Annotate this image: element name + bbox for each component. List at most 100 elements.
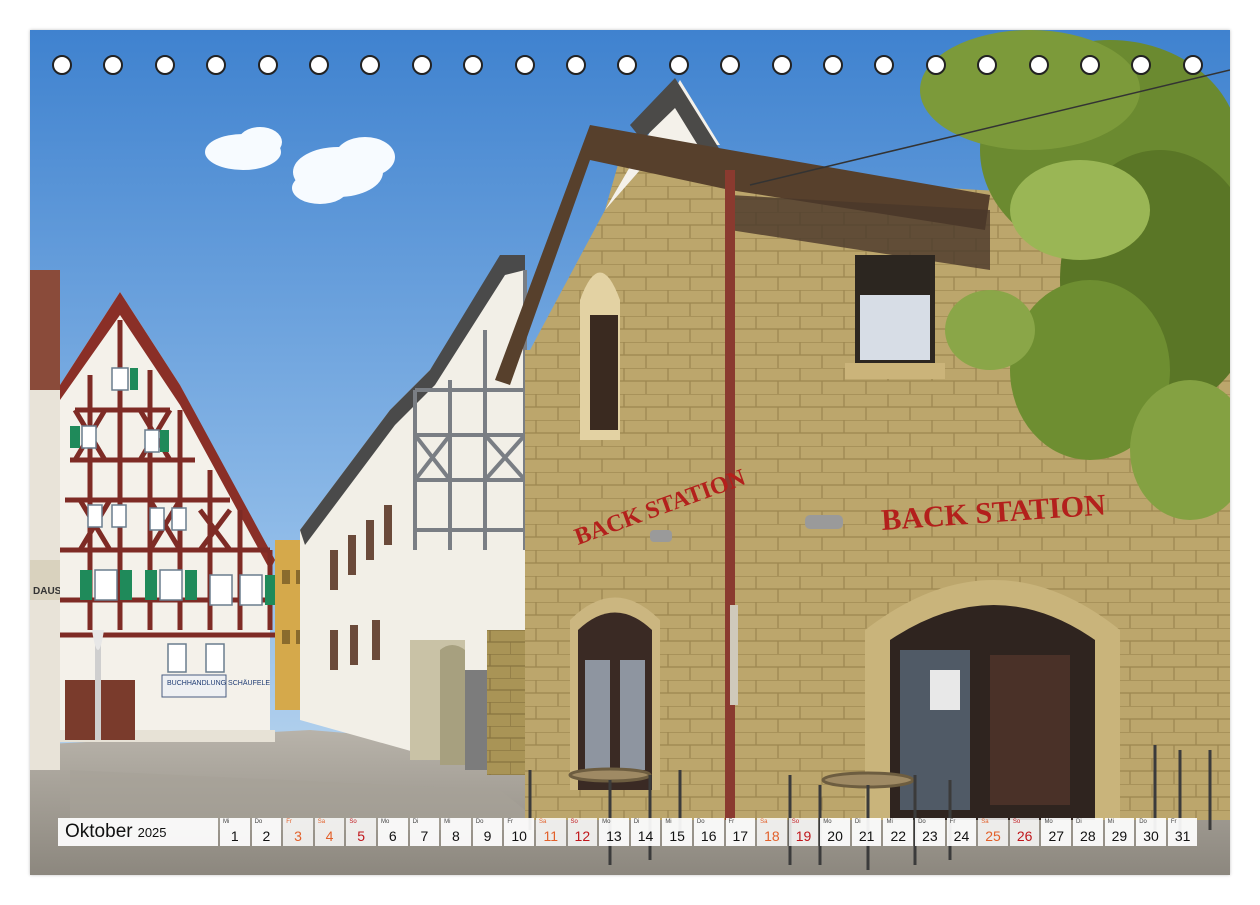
day-number: 10 <box>511 828 527 844</box>
day-cell: Mo 6 <box>377 818 408 846</box>
binding-hole <box>617 55 638 75</box>
day-cell: Do 30 <box>1136 818 1166 846</box>
binding-hole <box>1182 55 1203 75</box>
binding-hole <box>1131 55 1152 75</box>
day-number: 22 <box>890 828 907 844</box>
day-number: 26 <box>1016 828 1033 844</box>
weekday-label: Mo <box>602 819 611 825</box>
day-cell: Di 14 <box>630 818 661 846</box>
weekday-label: Fr <box>1170 819 1177 825</box>
weekday-label: Fr <box>949 819 956 825</box>
day-number: 19 <box>795 828 812 844</box>
day-number: 1 <box>230 828 239 844</box>
binding-hole <box>771 55 792 75</box>
day-number: 14 <box>637 828 654 844</box>
day-cell: Di 28 <box>1073 818 1103 846</box>
binding-hole <box>206 55 227 75</box>
weekday-label: Sa <box>981 819 989 825</box>
day-cell: Mo 27 <box>1041 818 1072 846</box>
binding-hole <box>977 55 998 75</box>
day-cell: Fr 31 <box>1167 818 1198 846</box>
day-number: 20 <box>827 828 843 844</box>
day-number: 15 <box>669 828 685 844</box>
weekday-label: Fr <box>286 819 292 825</box>
binding-hole <box>103 55 124 75</box>
weekday-label: Di <box>854 819 861 825</box>
binding-hole <box>566 55 586 75</box>
weekday-label: Sa <box>760 819 768 825</box>
day-cell: Mi 8 <box>441 818 471 846</box>
binding-hole <box>823 55 843 75</box>
day-cell: Fr 17 <box>725 818 756 846</box>
day-number: 2 <box>262 828 271 844</box>
weekday-label: Di <box>412 819 419 825</box>
weekday-label: Fr <box>728 819 735 825</box>
weekday-label: Sa <box>317 819 326 825</box>
calendar-photo: DAUSCH BUCHHANDLUNG SCHÄUFELE BACK STATI… <box>30 30 1230 875</box>
day-strip: Mi 1 Do 2 Fr 3 Sa 4 So 5 Mo 6 Di 7 Mi 8 Do 9 Fr 10 Sa 11 So 12 M… <box>220 818 1199 846</box>
day-number: 24 <box>953 828 970 844</box>
calendar-page: DAUSCH BUCHHANDLUNG SCHÄUFELE BACK STATI… <box>30 30 1230 875</box>
month-label: Oktober 2025 <box>58 818 218 846</box>
day-number: 17 <box>732 828 749 844</box>
day-number: 6 <box>388 828 397 844</box>
weekday-label: Mi <box>223 819 230 825</box>
weekday-label: Sa <box>538 819 547 825</box>
day-number: 3 <box>294 828 302 844</box>
day-cell: Do 16 <box>693 818 724 846</box>
month-bar: Oktober 2025 Mi 1 Do 2 Fr 3 Sa 4 So 5 Mo 6 Di 7 Mi 8 Do 9… <box>58 818 1199 846</box>
day-number: 27 <box>1048 828 1065 844</box>
binding-hole <box>257 55 278 75</box>
binding-hole <box>1080 55 1100 75</box>
weekday-label: So <box>1012 819 1021 825</box>
binding-hole <box>874 55 895 75</box>
day-cell: Mo 13 <box>599 818 629 846</box>
binding-hole <box>52 55 72 75</box>
day-cell: Mi 1 <box>220 818 250 846</box>
day-cell: Mi 15 <box>662 818 692 846</box>
binding-hole <box>360 55 381 75</box>
day-cell: So 26 <box>1009 818 1040 846</box>
day-number: 8 <box>452 828 460 844</box>
weekday-label: Mi <box>886 819 893 825</box>
day-number: 11 <box>543 828 558 844</box>
year-label: 2025 <box>137 825 167 840</box>
day-cell: Fr 24 <box>946 818 977 846</box>
weekday-label: Mi <box>1107 819 1114 825</box>
day-cell: Do 9 <box>472 818 503 846</box>
weekday-label: Do <box>475 819 484 825</box>
day-cell: Sa 4 <box>314 818 345 846</box>
weekday-label: Mi <box>444 819 451 825</box>
day-cell: Mi 22 <box>883 818 914 846</box>
day-cell: Fr 10 <box>504 818 534 846</box>
day-number: 9 <box>483 828 492 844</box>
day-cell: Sa 25 <box>978 818 1008 846</box>
day-cell: Sa 18 <box>757 818 787 846</box>
day-cell: Fr 3 <box>283 818 313 846</box>
day-number: 5 <box>357 828 366 844</box>
weekday-label: Di <box>633 819 640 825</box>
day-cell: Do 23 <box>915 818 945 846</box>
weekday-label: Do <box>918 819 926 825</box>
weekday-label: So <box>570 819 578 825</box>
day-number: 30 <box>1143 828 1159 844</box>
weekday-label: So <box>349 819 357 825</box>
binding-hole <box>463 55 484 75</box>
day-number: 21 <box>858 828 875 844</box>
weekday-label: So <box>791 819 800 825</box>
day-cell: Di 21 <box>851 818 882 846</box>
weekday-label: Do <box>696 819 705 825</box>
day-number: 25 <box>985 828 1001 844</box>
day-cell: So 12 <box>567 818 598 846</box>
day-number: 16 <box>700 828 717 844</box>
binding-holes <box>30 30 1230 110</box>
day-number: 7 <box>420 828 429 844</box>
weekday-label: Do <box>1139 819 1147 825</box>
day-number: 29 <box>1111 828 1128 844</box>
day-number: 13 <box>606 828 622 844</box>
day-cell: Sa 11 <box>535 818 566 846</box>
weekday-label: Mi <box>665 819 672 825</box>
weekday-label: Di <box>1076 819 1082 825</box>
weekday-label: Do <box>254 819 263 825</box>
binding-hole <box>309 55 329 75</box>
